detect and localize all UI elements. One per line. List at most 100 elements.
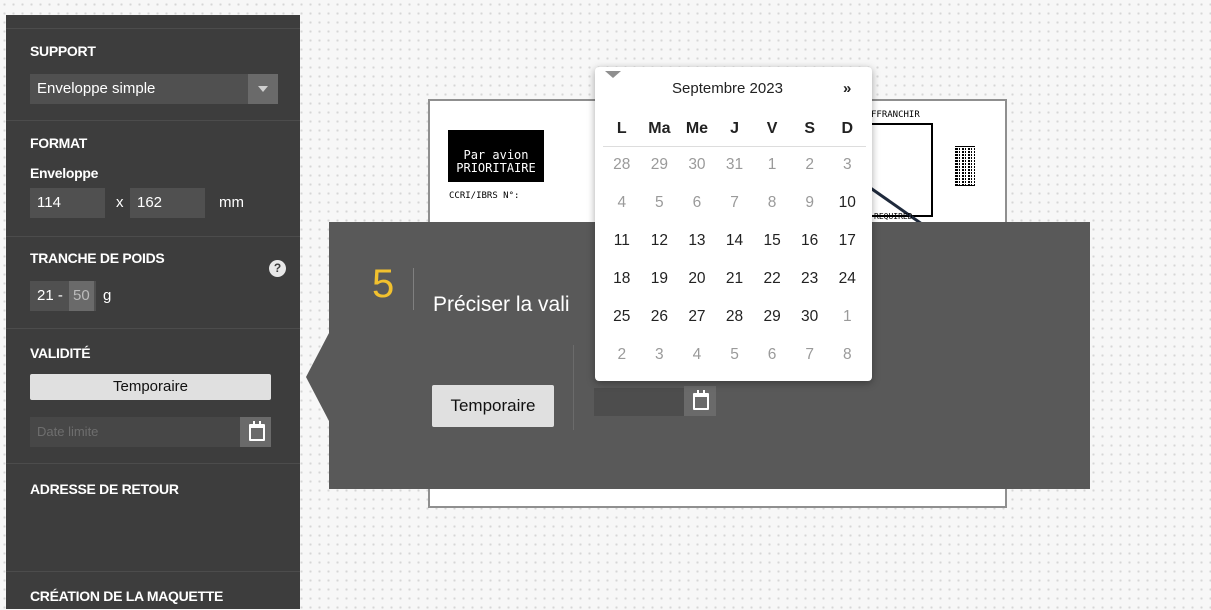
datepicker-week-row: 4 5 6 7 8 9 10	[603, 184, 866, 222]
datepicker-day[interactable]: 18	[603, 270, 641, 288]
format-height-input[interactable]: 162	[130, 188, 205, 218]
datamatrix-code	[955, 146, 975, 186]
step-temporaire-button[interactable]: Temporaire	[432, 385, 554, 427]
weekday-header: J	[730, 120, 739, 137]
datepicker-day[interactable]: 25	[603, 308, 641, 326]
datepicker-day: 2	[617, 346, 627, 363]
format-width-input[interactable]: 114	[30, 188, 105, 218]
datepicker-day: 9	[805, 194, 814, 211]
datepicker-day[interactable]: 11	[603, 232, 641, 250]
datepicker-day: 8	[842, 346, 852, 363]
datepicker-day: 6	[692, 194, 702, 211]
datepicker-day: 7	[730, 194, 739, 211]
datepicker-day[interactable]: 15	[753, 232, 791, 250]
datepicker-day[interactable]: 21	[716, 270, 754, 288]
help-icon[interactable]: ?	[269, 260, 286, 277]
datepicker-day[interactable]: 16	[791, 232, 829, 250]
datepicker-day[interactable]: 29	[753, 308, 791, 326]
datepicker-day[interactable]: 30	[791, 308, 829, 326]
datepicker-day: 2	[805, 156, 814, 173]
datepicker-day: 4	[617, 194, 627, 211]
step-divider	[413, 268, 414, 310]
calendar-icon	[693, 390, 709, 410]
calendar-icon	[249, 421, 265, 441]
datepicker-day: 1	[767, 156, 777, 173]
datepicker-weekday-row: L Ma Me J V S D	[603, 112, 866, 146]
datepicker-week-row: 28 29 30 31 1 2 3	[603, 146, 866, 184]
datepicker-week-row: 2 3 4 5 6 7 8	[603, 336, 866, 374]
section-format: FORMAT Enveloppe 114 x 162 mm	[6, 120, 300, 237]
poids-unit: g	[103, 287, 112, 304]
calendar-button[interactable]	[240, 417, 271, 447]
datepicker-day: 4	[692, 346, 702, 363]
section-creation: CRÉATION DE LA MAQUETTE	[6, 571, 300, 610]
datepicker-day[interactable]: 26	[641, 308, 679, 326]
datepicker-week-row: 11 12 13 14 15 16 17	[603, 222, 866, 260]
section-validite: VALIDITÉ Temporaire Date limite	[6, 328, 300, 464]
format-separator: x	[116, 194, 124, 211]
poids-title: TRANCHE DE POIDS	[30, 250, 165, 266]
datepicker-next-button[interactable]: »	[843, 80, 851, 97]
datepicker-day[interactable]: 23	[791, 270, 829, 288]
stamp-box	[869, 123, 933, 217]
sidebar: SUPPORT Enveloppe simple FORMAT Envelopp…	[6, 15, 300, 609]
datepicker-day[interactable]: 24	[828, 270, 866, 288]
weekday-header: S	[804, 120, 816, 137]
datepicker-day[interactable]: 22	[753, 270, 791, 288]
poids-min: 21 -	[37, 287, 63, 304]
weekday-header: L	[616, 120, 627, 137]
weekday-header: D	[841, 120, 854, 137]
datepicker-day[interactable]: 20	[678, 270, 716, 288]
stamp-top-text: FFRANCHIR	[871, 110, 920, 120]
datepicker-day: 6	[767, 346, 777, 363]
label-line-2: PRIORITAIRE	[456, 161, 536, 175]
section-support: SUPPORT Enveloppe simple	[6, 28, 300, 134]
datepicker-day: 7	[805, 346, 814, 363]
support-select[interactable]: Enveloppe simple	[30, 74, 278, 104]
datepicker-day[interactable]: 27	[678, 308, 716, 326]
weekday-header: V	[766, 120, 778, 137]
datepicker-day: 1	[842, 308, 852, 325]
datepicker-day[interactable]: 14	[716, 232, 754, 250]
format-title: FORMAT	[30, 135, 88, 151]
datepicker-day: 3	[655, 346, 664, 363]
datepicker-caret-icon	[605, 71, 621, 78]
datepicker-day: 30	[688, 156, 706, 173]
datepicker-grid: L Ma Me J V S D 28 29 30 31 1 2 3 4 5 6 7 8 9 10 11 12 13 14 15 16…	[603, 112, 866, 374]
temporaire-toggle-button[interactable]: Temporaire	[30, 374, 271, 400]
datepicker-day: 31	[725, 156, 744, 173]
datepicker-week-row: 25 26 27 28 29 30 1	[603, 298, 866, 336]
section-poids: TRANCHE DE POIDS ? 21 - 50 g	[6, 236, 300, 329]
chevron-down-icon	[248, 74, 278, 104]
datepicker-month-label[interactable]: Septembre 2023	[672, 80, 783, 97]
datepicker-day: 29	[650, 156, 668, 173]
ccri-text: CCRI/IBRS N°:	[449, 191, 520, 201]
step-calendar-button[interactable]	[684, 386, 716, 416]
par-avion-label: Par avion PRIORITAIRE	[448, 130, 544, 182]
format-subtitle: Enveloppe	[30, 165, 99, 181]
support-select-value: Enveloppe simple	[37, 80, 156, 97]
datepicker-day: 8	[767, 194, 777, 211]
datepicker-day[interactable]: 28	[716, 308, 754, 326]
date-limite-input[interactable]: Date limite	[30, 417, 240, 447]
validite-title: VALIDITÉ	[30, 345, 91, 361]
step-date-input[interactable]	[594, 388, 684, 416]
datepicker-day[interactable]: 17	[828, 232, 866, 250]
datepicker-day: 5	[730, 346, 739, 363]
poids-range: 21 - 50	[30, 281, 96, 311]
datepicker-day: 5	[655, 194, 664, 211]
datepicker-day[interactable]: 10	[828, 194, 866, 212]
datepicker-day[interactable]: 13	[678, 232, 716, 250]
step-pointer	[306, 333, 329, 421]
step-vertical-divider	[573, 345, 574, 430]
step-title: Préciser la vali	[433, 293, 570, 316]
datepicker-day[interactable]: 19	[641, 270, 679, 288]
support-title: SUPPORT	[30, 43, 96, 59]
datepicker-day: 28	[613, 156, 631, 173]
datepicker-day[interactable]: 12	[641, 232, 679, 250]
creation-title: CRÉATION DE LA MAQUETTE	[30, 588, 223, 604]
step-number: 5	[372, 262, 395, 306]
poids-max-input[interactable]: 50	[69, 281, 94, 311]
adresse-title: ADRESSE DE RETOUR	[30, 481, 179, 497]
weekday-header: Me	[685, 120, 709, 137]
